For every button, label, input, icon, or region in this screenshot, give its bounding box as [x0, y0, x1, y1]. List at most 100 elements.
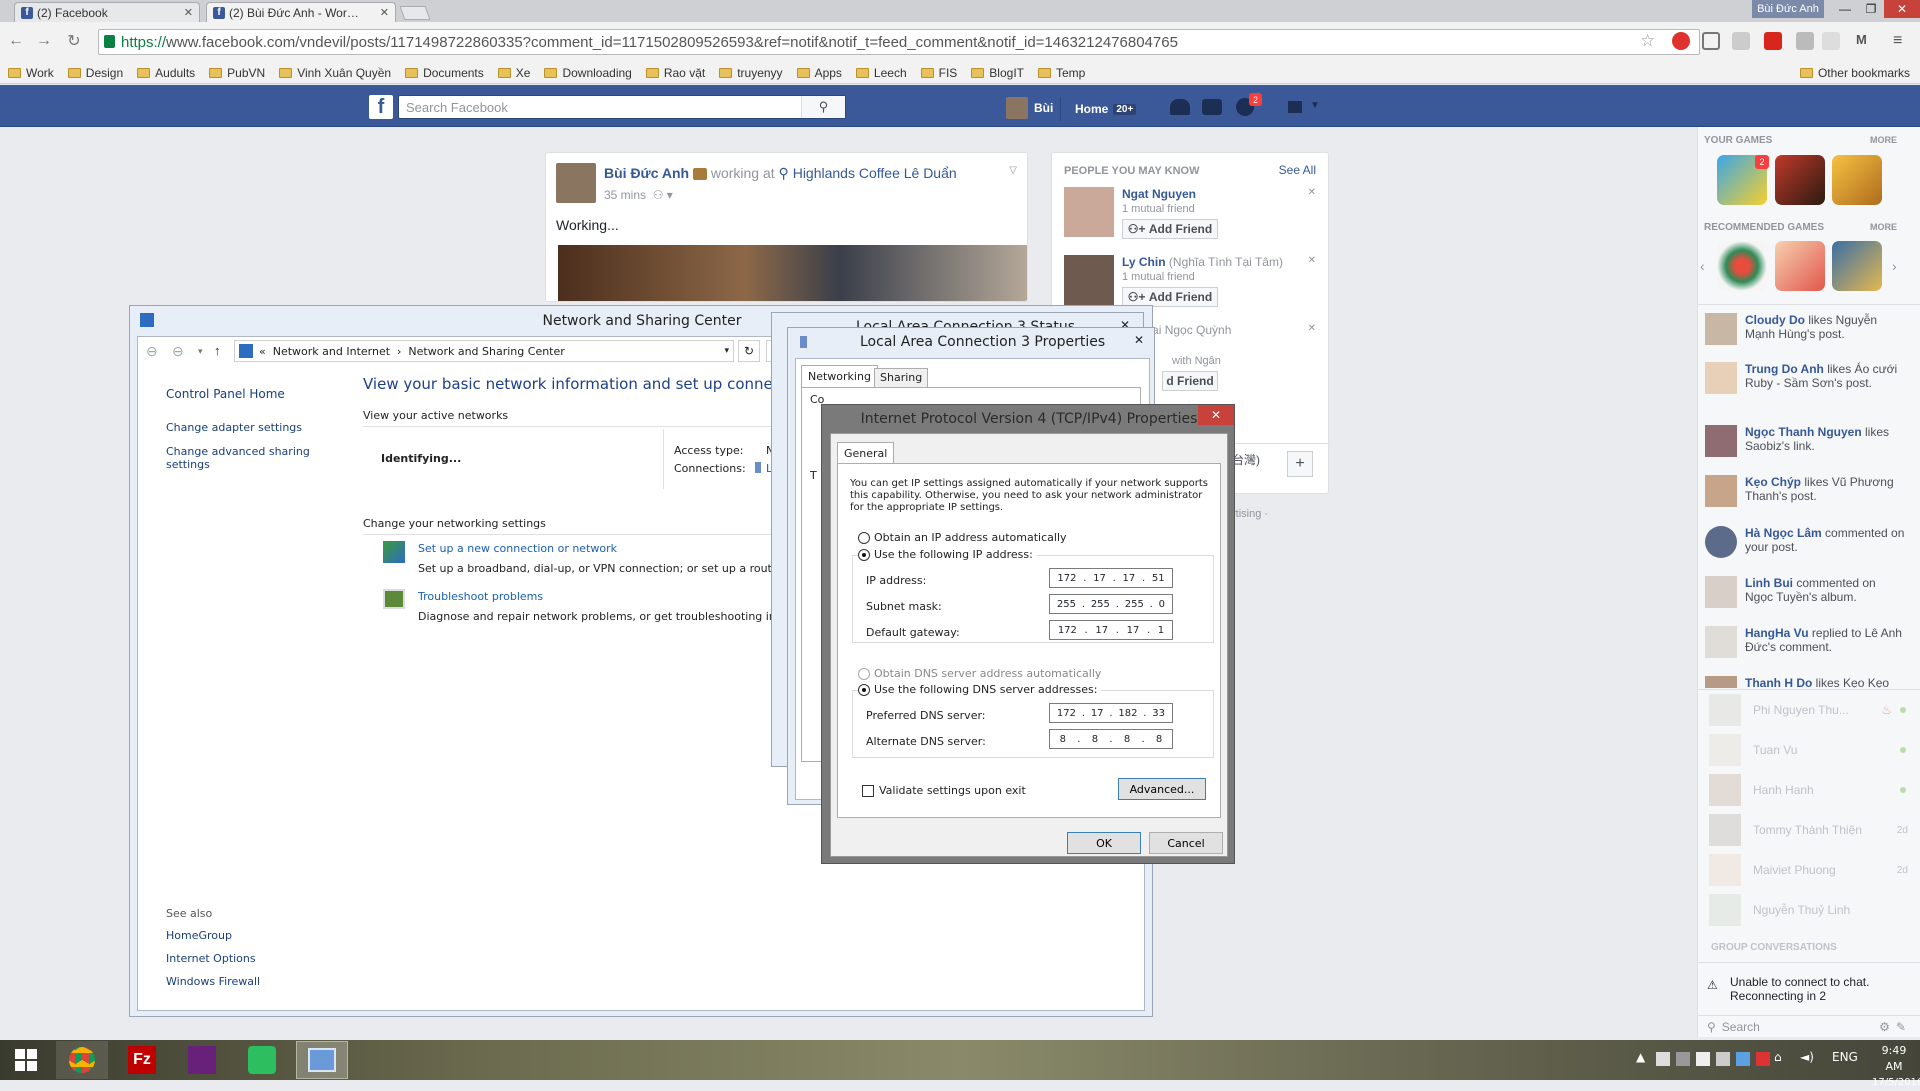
- bookmark-folder[interactable]: Design: [67, 66, 123, 80]
- game-tile[interactable]: [1775, 241, 1825, 291]
- mutual-friends[interactable]: with Ngân: [1172, 355, 1221, 367]
- audience-icon[interactable]: ⚇ ▾: [649, 188, 673, 202]
- add-friend-button[interactable]: ⚇+ Add Friend: [1122, 287, 1218, 307]
- tray-icon[interactable]: [1736, 1052, 1750, 1066]
- ticker-item[interactable]: Linh Bui commented on Ngọc Tuyền's album…: [1697, 576, 1920, 608]
- tray-icon[interactable]: [1756, 1052, 1770, 1066]
- manual-dns-radio[interactable]: Use the following DNS server addresses:: [858, 683, 1102, 696]
- preferred-dns-field[interactable]: 172. 17. 182. 33: [1049, 703, 1173, 723]
- auto-dns-radio[interactable]: Obtain DNS server address automatically: [858, 667, 1101, 680]
- profile-link[interactable]: Bùi: [1006, 97, 1053, 119]
- bookmark-folder[interactable]: Leech: [855, 66, 907, 80]
- messages-icon[interactable]: [1202, 99, 1222, 115]
- profile-chip[interactable]: Bùi Đức Anh: [1752, 0, 1824, 18]
- post-place[interactable]: Highlands Coffee Lê Duẩn: [793, 165, 957, 181]
- person-photo[interactable]: [1064, 187, 1114, 237]
- gmail-extension-icon[interactable]: M: [1856, 32, 1874, 50]
- tab-facebook[interactable]: f (2) Facebook ✕: [14, 2, 200, 22]
- bookmark-folder[interactable]: Documents: [405, 66, 484, 80]
- add-friend-button[interactable]: ⚇+ Add Friend: [1122, 219, 1218, 239]
- ticker-item[interactable]: Ngọc Thanh Nguyen likes Saobiz's link.: [1697, 425, 1920, 457]
- advertising-link[interactable]: rtising ·: [1232, 508, 1268, 520]
- bookmark-star-icon[interactable]: ☆: [1640, 31, 1655, 51]
- dismiss-icon[interactable]: ✕: [1308, 187, 1316, 198]
- more-games-link[interactable]: MORE: [1870, 222, 1897, 232]
- chat-contact[interactable]: Nguyễn Thuỷ Linh: [1697, 894, 1920, 926]
- bookmark-folder[interactable]: FIS: [920, 66, 957, 80]
- post-options-icon[interactable]: ▽: [1009, 165, 1017, 176]
- tray-icon[interactable]: [1716, 1052, 1730, 1066]
- game-tile[interactable]: [1832, 241, 1882, 291]
- manual-ip-radio[interactable]: Use the following IP address:: [858, 548, 1037, 561]
- add-language-button[interactable]: +: [1287, 451, 1313, 477]
- subnet-mask-field[interactable]: 255. 255. 255. 0: [1049, 594, 1173, 614]
- ticker-item[interactable]: Hà Ngọc Lâm commented on your post.: [1697, 526, 1920, 558]
- default-gateway-field[interactable]: 172. 17. 17. 1: [1049, 620, 1173, 640]
- add-friend-button[interactable]: d Friend: [1162, 371, 1218, 391]
- close-tab-icon[interactable]: ✕: [184, 6, 193, 19]
- search-icon[interactable]: ⚲: [801, 96, 845, 118]
- menu-icon[interactable]: ≡: [1893, 32, 1911, 50]
- bookmark-folder[interactable]: Audults: [137, 66, 195, 80]
- control-panel-home-link[interactable]: Control Panel Home: [166, 387, 285, 401]
- ticker-item[interactable]: Cloudy Do likes Nguyễn Mạnh Hùng's post.: [1697, 313, 1920, 345]
- chat-search-input[interactable]: ⚲ Search ⚙ ✎: [1697, 1015, 1920, 1037]
- new-tab-button[interactable]: [399, 6, 431, 20]
- back-icon[interactable]: ⊖: [146, 343, 158, 360]
- tab-networking[interactable]: Networking: [801, 365, 878, 387]
- bookmark-folder[interactable]: Temp: [1037, 66, 1085, 80]
- tab-post[interactable]: f (2) Bùi Đức Anh - Working ✕: [206, 2, 396, 22]
- opera-icon[interactable]: [1672, 32, 1690, 50]
- homegroup-link[interactable]: HomeGroup: [166, 929, 232, 942]
- game-tile[interactable]: [1775, 155, 1825, 205]
- gear-icon[interactable]: ⚙: [1879, 1020, 1890, 1034]
- post-author[interactable]: Bùi Đức Anh: [604, 165, 689, 181]
- post-photo[interactable]: [558, 245, 1027, 301]
- tab-general[interactable]: General: [837, 442, 895, 464]
- bookmark-folder[interactable]: Xe: [497, 66, 530, 80]
- chat-contact[interactable]: Hanh Hanh: [1697, 774, 1920, 806]
- maximize-icon[interactable]: ❐: [1858, 0, 1884, 18]
- tray-icon[interactable]: [1676, 1052, 1690, 1066]
- chevron-down-icon[interactable]: ▾: [724, 346, 729, 356]
- clock[interactable]: 9:49 AM 17/5/2016: [1872, 1043, 1920, 1091]
- close-tab-icon[interactable]: ✕: [380, 6, 389, 19]
- taskbar-control-panel[interactable]: [296, 1041, 348, 1079]
- bookmark-folder[interactable]: Vinh Xuân Quyền: [279, 66, 391, 80]
- reload-icon[interactable]: ↻: [64, 31, 84, 51]
- other-bookmarks[interactable]: Other bookmarks: [1799, 66, 1910, 80]
- chevron-left-icon[interactable]: ‹: [1700, 258, 1705, 274]
- ticker-item[interactable]: HangHa Vu replied to Lê Anh Đức's commen…: [1697, 626, 1920, 658]
- facebook-search-input[interactable]: Search Facebook ⚲: [398, 95, 846, 119]
- bookmark-folder[interactable]: BlogIT: [971, 66, 1024, 80]
- see-all-link[interactable]: See All: [1279, 163, 1316, 177]
- extension-icon[interactable]: [1822, 32, 1840, 50]
- breadcrumb-network-internet[interactable]: Network and Internet: [273, 345, 390, 358]
- breadcrumb-nsc[interactable]: Network and Sharing Center: [408, 345, 564, 358]
- ticker-item[interactable]: Kẹo Chýp likes Vũ Phương Thanh's post.: [1697, 475, 1920, 507]
- bookmark-folder[interactable]: Rao vặt: [645, 66, 705, 80]
- recent-locations-icon[interactable]: ▾: [198, 346, 203, 357]
- forward-icon[interactable]: ⊖: [172, 343, 184, 360]
- account-menu-icon[interactable]: ▼: [1310, 100, 1320, 111]
- minimize-icon[interactable]: —: [1832, 0, 1858, 18]
- bookmark-folder[interactable]: Apps: [796, 66, 842, 80]
- change-adapter-settings-link[interactable]: Change adapter settings: [166, 421, 302, 434]
- dismiss-icon[interactable]: ✕: [1308, 323, 1316, 334]
- taskbar-filezilla[interactable]: Fz: [116, 1041, 168, 1079]
- dismiss-icon[interactable]: ✕: [1308, 255, 1316, 266]
- address-breadcrumb[interactable]: « Network and Internet › Network and Sha…: [234, 340, 734, 362]
- cast-icon[interactable]: [1702, 32, 1720, 50]
- ticker-item[interactable]: Thanh H Do likes Kẹo Kẹo: [1697, 676, 1920, 688]
- close-icon[interactable]: ✕: [1126, 331, 1152, 349]
- bookmark-folder[interactable]: Work: [8, 66, 54, 80]
- youtube-extension-icon[interactable]: [1764, 32, 1782, 50]
- chat-contact[interactable]: Maiviet Phuong 2d: [1697, 854, 1920, 886]
- close-window-icon[interactable]: ✕: [1884, 0, 1920, 18]
- bookmark-folder[interactable]: PubVN: [209, 66, 265, 80]
- taskbar-evernote[interactable]: [236, 1041, 288, 1079]
- more-games-link[interactable]: MORE: [1870, 135, 1897, 145]
- internet-options-link[interactable]: Internet Options: [166, 952, 256, 965]
- taskbar-visual-studio[interactable]: [176, 1041, 228, 1079]
- change-advanced-sharing-link[interactable]: Change advanced sharing settings: [166, 445, 316, 471]
